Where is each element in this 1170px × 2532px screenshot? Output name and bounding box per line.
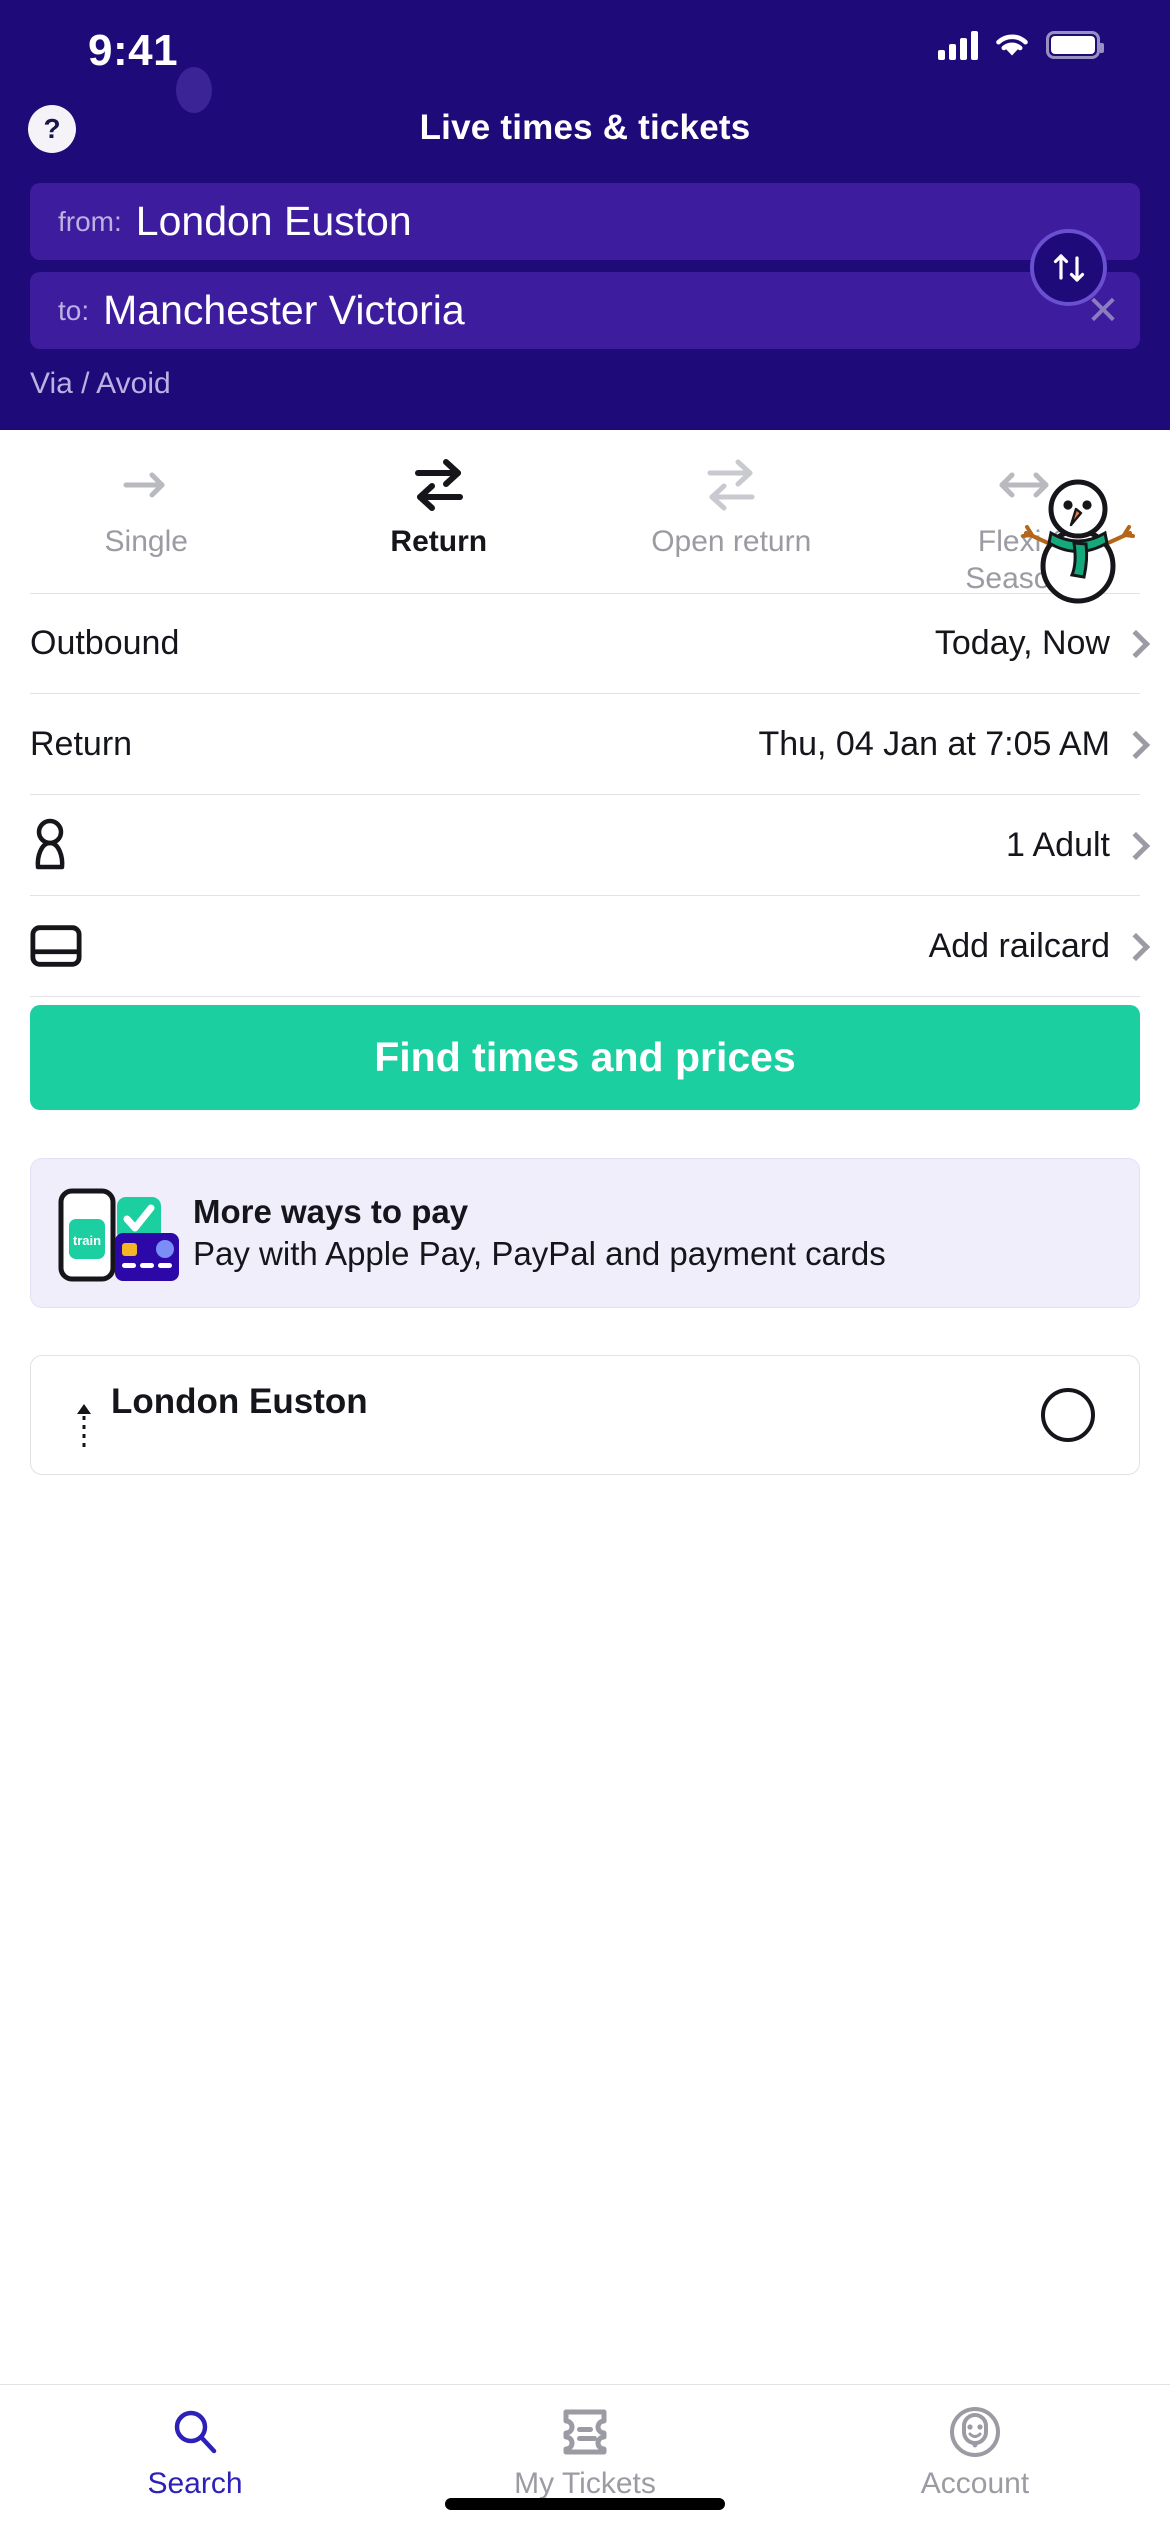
return-value: Thu, 04 Jan at 7:05 AM <box>758 724 1110 763</box>
tab-open-return-label: Open return <box>651 525 812 558</box>
from-station-field[interactable]: from: London Euston <box>30 183 1140 260</box>
tab-return[interactable]: Return <box>293 430 586 561</box>
recent-search-card[interactable]: London Euston <box>30 1355 1140 1475</box>
nav-item-search-label: Search <box>147 2467 243 2500</box>
from-label: from: <box>58 205 122 237</box>
magnifier-icon <box>169 2403 221 2461</box>
cellular-signal-icon <box>938 30 978 60</box>
battery-icon <box>1046 31 1104 59</box>
railcard-value: Add railcard <box>928 926 1110 965</box>
wifi-icon <box>996 34 1028 56</box>
tab-single-label: Single <box>104 525 188 558</box>
return-label: Return <box>30 724 133 763</box>
from-value: London Euston <box>135 198 412 244</box>
nav-item-search[interactable]: Search <box>0 2385 390 2501</box>
outbound-label: Outbound <box>30 623 180 662</box>
route-marker-icon <box>77 1404 91 1450</box>
tab-single[interactable]: Single <box>0 430 293 561</box>
chevron-right-icon <box>1126 732 1140 757</box>
via-avoid-link[interactable]: Via / Avoid <box>30 367 171 401</box>
single-arrow-right-icon <box>118 456 174 514</box>
chevron-right-icon <box>1126 833 1140 858</box>
open-return-arrows-icon <box>700 456 762 514</box>
home-indicator <box>445 2498 725 2510</box>
status-bar-time: 9:41 <box>88 26 179 75</box>
recent-search-title: London Euston <box>111 1382 368 1421</box>
tab-return-label: Return <box>390 525 488 558</box>
phone-ticket-and-card-icon: train <box>55 1175 185 1292</box>
account-face-icon <box>948 2403 1002 2461</box>
snowman-mascot <box>1021 479 1135 604</box>
swap-vertical-arrows-icon <box>1053 253 1084 282</box>
app-header: 9:41 ? Live times & tickets from: London… <box>0 0 1170 604</box>
svg-text:train: train <box>73 1233 101 1248</box>
return-two-arrows-icon <box>408 456 470 514</box>
ticket-type-tabs: Single Return Open return Flexi & Season… <box>0 430 1170 595</box>
row-outbound[interactable]: Outbound Today, Now <box>30 593 1140 694</box>
ticket-icon <box>558 2403 612 2461</box>
outbound-value: Today, Now <box>934 623 1110 662</box>
nav-item-account[interactable]: Account <box>780 2385 1170 2501</box>
nav-item-my-tickets-label: My Tickets <box>514 2467 656 2500</box>
more-ways-to-pay-banner[interactable]: train More ways to pay Pay with Apple Pa… <box>30 1158 1140 1308</box>
pay-banner-title: More ways to pay <box>193 1192 469 1230</box>
chevron-right-icon <box>1126 934 1140 959</box>
tab-open-return[interactable]: Open return <box>585 430 878 561</box>
to-label: to: <box>58 294 90 326</box>
find-times-and-prices-button[interactable]: Find times and prices <box>30 1005 1140 1110</box>
railcard-icon <box>30 924 82 968</box>
to-value: Manchester Victoria <box>103 287 465 333</box>
page-title: Live times & tickets <box>419 108 751 147</box>
passengers-value: 1 Adult <box>1006 825 1110 864</box>
search-form-rows: Outbound Today, Now Return Thu, 04 Jan a… <box>0 593 1170 997</box>
chevron-right-icon <box>1126 631 1140 656</box>
swap-stations-button[interactable] <box>1030 229 1107 306</box>
row-passengers[interactable]: 1 Adult <box>30 795 1140 896</box>
to-station-field[interactable]: to: Manchester Victoria ✕ <box>30 272 1140 349</box>
nav-item-account-label: Account <box>920 2467 1030 2500</box>
recent-search-action-icon <box>1041 1388 1095 1442</box>
nav-item-my-tickets[interactable]: My Tickets <box>390 2385 780 2501</box>
status-bar: 9:41 <box>0 0 1170 100</box>
row-railcard[interactable]: Add railcard <box>30 896 1140 997</box>
row-return[interactable]: Return Thu, 04 Jan at 7:05 AM <box>30 694 1140 795</box>
passenger-icon <box>30 817 82 873</box>
status-bar-indicators <box>938 30 1104 60</box>
pay-banner-subtitle: Pay with Apple Pay, PayPal and payment c… <box>193 1235 886 1273</box>
